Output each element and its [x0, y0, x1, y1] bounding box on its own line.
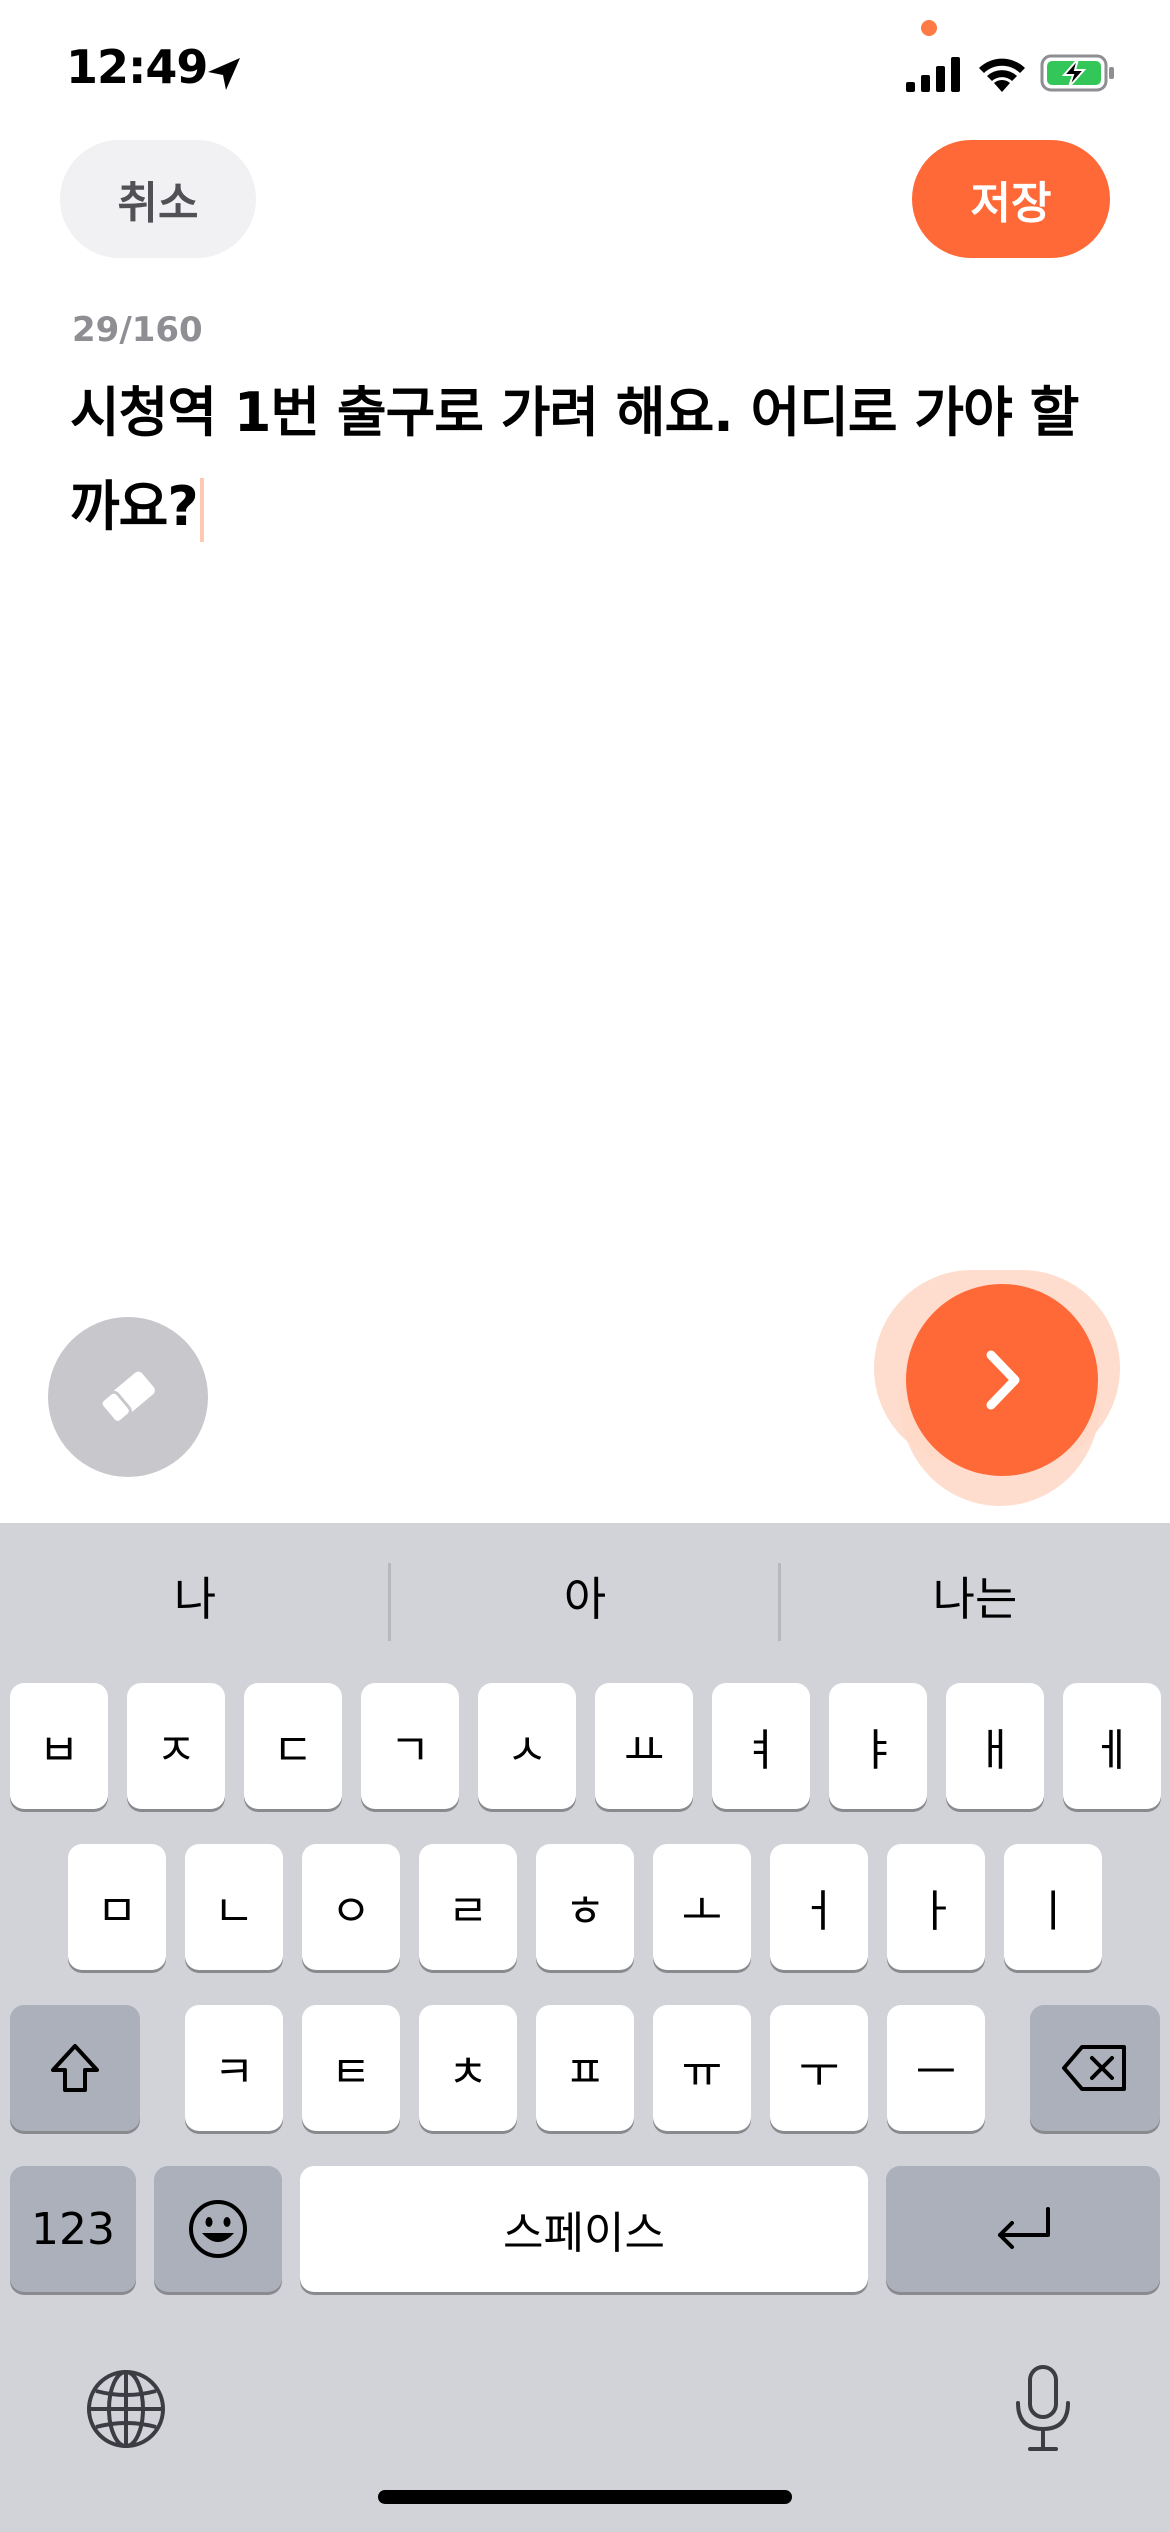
- save-button[interactable]: 저장: [912, 140, 1110, 258]
- key[interactable]: ㅡ: [887, 2005, 985, 2131]
- shift-key[interactable]: [10, 2005, 140, 2131]
- key[interactable]: ㅜ: [770, 2005, 868, 2131]
- key[interactable]: ㅗ: [653, 1844, 751, 1970]
- emoji-icon: [189, 2200, 247, 2258]
- status-time: 12:49: [66, 40, 208, 94]
- emoji-key[interactable]: [154, 2166, 282, 2292]
- key[interactable]: ㅋ: [185, 2005, 283, 2131]
- key[interactable]: ㄷ: [244, 1683, 342, 1809]
- key[interactable]: ㅐ: [946, 1683, 1044, 1809]
- key[interactable]: ㅅ: [478, 1683, 576, 1809]
- key[interactable]: ㅈ: [127, 1683, 225, 1809]
- backspace-icon: [1062, 2045, 1126, 2091]
- status-bar: 12:49: [0, 0, 1170, 150]
- key[interactable]: ㅕ: [712, 1683, 810, 1809]
- backspace-key[interactable]: [1030, 2005, 1160, 2131]
- home-indicator: [378, 2490, 792, 2504]
- key[interactable]: ㅍ: [536, 2005, 634, 2131]
- key[interactable]: ㅛ: [595, 1683, 693, 1809]
- message-text-input[interactable]: 시청역 1번 출구로 가려 해요. 어디로 가야 할까요?: [70, 366, 1110, 554]
- location-arrow-icon: [208, 58, 240, 90]
- character-counter: 29/160: [72, 310, 203, 350]
- message-text: 시청역 1번 출구로 가려 해요. 어디로 가야 할까요?: [70, 381, 1079, 538]
- key[interactable]: ㅔ: [1063, 1683, 1161, 1809]
- privacy-indicator-dot: [921, 20, 937, 36]
- globe-icon[interactable]: [84, 2367, 168, 2451]
- suggestion-item[interactable]: 아: [390, 1563, 780, 1629]
- wifi-icon: [979, 58, 1025, 92]
- key[interactable]: ㅓ: [770, 1844, 868, 1970]
- key[interactable]: ㅠ: [653, 2005, 751, 2131]
- cellular-signal-icon: [906, 57, 960, 92]
- space-key[interactable]: 스페이스: [300, 2166, 868, 2292]
- battery-charging-icon: [1040, 54, 1114, 92]
- suggestion-item[interactable]: 나: [0, 1563, 390, 1629]
- microphone-icon[interactable]: [1008, 2363, 1078, 2455]
- keyboard: 나 아 나는 ㅂ ㅈ ㄷ ㄱ ㅅ ㅛ ㅕ ㅑ ㅐ ㅔ ㅁ ㄴ ㅇ ㄹ ㅎ ㅗ ㅓ…: [0, 1523, 1170, 2532]
- key[interactable]: ㅂ: [10, 1683, 108, 1809]
- key[interactable]: ㅑ: [829, 1683, 927, 1809]
- eraser-icon: [99, 1371, 155, 1424]
- key[interactable]: ㅇ: [302, 1844, 400, 1970]
- suggestion-bar: 나 아 나는: [0, 1523, 1170, 1673]
- key[interactable]: ㅣ: [1004, 1844, 1102, 1970]
- next-button[interactable]: [906, 1284, 1098, 1476]
- key[interactable]: ㅏ: [887, 1844, 985, 1970]
- chevron-right-icon: [986, 1350, 1020, 1410]
- return-icon: [998, 2207, 1050, 2249]
- key[interactable]: ㅊ: [419, 2005, 517, 2131]
- return-key[interactable]: [886, 2166, 1160, 2292]
- cancel-button[interactable]: 취소: [60, 140, 256, 258]
- text-caret: [199, 478, 204, 543]
- key[interactable]: ㄹ: [419, 1844, 517, 1970]
- key[interactable]: ㄱ: [361, 1683, 459, 1809]
- shift-icon: [51, 2044, 99, 2092]
- numbers-key[interactable]: 123: [10, 2166, 136, 2292]
- key[interactable]: ㅁ: [68, 1844, 166, 1970]
- key[interactable]: ㄴ: [185, 1844, 283, 1970]
- eraser-button[interactable]: [48, 1317, 208, 1477]
- key[interactable]: ㅌ: [302, 2005, 400, 2131]
- screen: 12:49 취소 저장 29/160 시청역 1번 출구로 가려 해요. 어디로…: [0, 0, 1170, 2532]
- key[interactable]: ㅎ: [536, 1844, 634, 1970]
- suggestion-item[interactable]: 나는: [780, 1563, 1170, 1629]
